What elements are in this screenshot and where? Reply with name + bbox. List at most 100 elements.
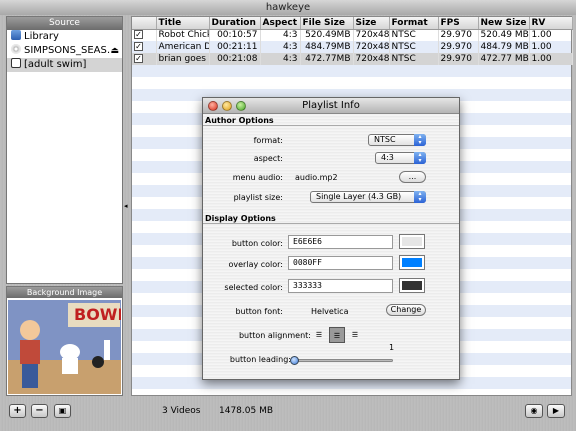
info-button[interactable]: ▣ (54, 404, 71, 418)
row-checkbox[interactable]: ✓ (134, 54, 143, 63)
menu-audio-label: menu audio: (232, 173, 283, 182)
zoom-icon[interactable] (236, 101, 246, 111)
column-header-rv[interactable]: RV (529, 17, 573, 30)
slider-knob[interactable] (290, 356, 299, 365)
column-header-format[interactable]: Format (389, 17, 439, 30)
sidebar-item-library[interactable]: Library (7, 30, 122, 44)
close-icon[interactable] (208, 101, 218, 111)
cell-fps: 29.970 (438, 41, 479, 53)
cell-duration: 00:21:08 (209, 53, 261, 65)
cell-fps: 29.970 (438, 53, 479, 65)
cell-size: 720x480 (353, 53, 390, 65)
column-header-aspect[interactable]: Aspect (260, 17, 301, 30)
cell-duration: 00:21:11 (209, 41, 261, 53)
background-image-caption: BOWL (74, 305, 121, 324)
table-row[interactable]: ✓ Robot Chick… 00:10:57 4:3 520.49MB 720… (132, 29, 573, 41)
minimize-icon[interactable] (222, 101, 232, 111)
column-header-size[interactable]: Size (353, 17, 390, 30)
sidebar-item-label: Library (24, 31, 59, 42)
selected-color-field[interactable]: 333333 (288, 279, 393, 293)
playlist-size-value: Single Layer (4.3 GB) (316, 192, 402, 201)
format-value: NTSC (374, 135, 396, 144)
library-icon (11, 30, 21, 40)
table-header: Title Duration Aspect File Size Size For… (132, 17, 573, 30)
cell-aspect: 4:3 (260, 29, 301, 41)
cell-format: NTSC (389, 29, 439, 41)
leading-slider[interactable] (290, 356, 393, 365)
cell-size: 720x480 (353, 29, 390, 41)
align-left-icon[interactable]: ☰ (311, 327, 327, 343)
menu-audio-value: audio.mp2 (295, 173, 338, 182)
cell-file-size: 472.77MB (300, 53, 354, 65)
author-options-header: Author Options (203, 115, 459, 126)
background-image[interactable]: BOWL (8, 300, 121, 394)
overlay-color-swatch[interactable] (399, 255, 425, 270)
popup-arrows-icon: ▴ ▾ (414, 152, 426, 164)
row-checkbox[interactable]: ✓ (134, 30, 143, 40)
table-row[interactable]: ✓ American D… 00:21:11 4:3 484.79MB 720x… (132, 41, 573, 53)
display-options-header: Display Options (203, 213, 459, 224)
source-header: Source (7, 17, 122, 30)
cell-file-size: 484.79MB (300, 41, 354, 53)
play-icon: ▶ (552, 406, 560, 415)
sidebar-item-playlist[interactable]: [adult swim] (7, 58, 122, 72)
remove-button[interactable]: − (31, 404, 48, 418)
dialog-titlebar: Playlist Info (203, 98, 459, 114)
collapse-arrow-icon[interactable]: ◂ (124, 202, 128, 210)
cell-rv: 1.00 (529, 41, 573, 53)
popup-arrows-icon: ▴ ▾ (414, 134, 426, 146)
eject-icon[interactable]: ⏏ (110, 44, 119, 58)
button-font-value: Helvetica (311, 307, 349, 316)
panel-splitter[interactable]: ◂ (124, 16, 130, 396)
column-header-title[interactable]: Title (156, 17, 210, 30)
cell-title: brian goes t… (156, 53, 210, 65)
format-label: format: (253, 136, 283, 145)
play-button[interactable]: ▶ (547, 404, 565, 418)
aspect-value: 4:3 (381, 153, 394, 162)
cell-rv: 1.00 (529, 29, 573, 41)
sidebar-item-label: [adult swim] (24, 59, 87, 70)
window-title: hawkeye (0, 0, 576, 15)
playlist-icon (11, 58, 21, 68)
column-header-fps[interactable]: FPS (438, 17, 479, 30)
playlist-size-label: playlist size: (233, 193, 283, 202)
disc-icon (11, 44, 21, 54)
add-button[interactable]: + (9, 404, 26, 418)
popup-arrows-icon: ▴ ▾ (414, 191, 426, 203)
cell-file-size: 520.49MB (300, 29, 354, 41)
aspect-select[interactable]: 4:3 ▴ ▾ (375, 152, 426, 164)
row-checkbox[interactable]: ✓ (134, 42, 143, 51)
burn-button[interactable]: ◉ (525, 404, 543, 418)
cell-new-size: 472.77 MB (478, 53, 530, 65)
sidebar-item-disc[interactable]: SIMPSONS_SEAS… ⏏ (7, 44, 122, 58)
playlist-info-dialog: Playlist Info Author Options format: NTS… (202, 97, 460, 380)
align-center-icon[interactable]: ☰ (329, 327, 345, 343)
column-header-new-size[interactable]: New Size (478, 17, 530, 30)
selected-color-label: selected color: (224, 283, 283, 292)
align-right-icon[interactable]: ☰ (347, 327, 363, 343)
selected-color-swatch[interactable] (399, 278, 425, 293)
column-header-check[interactable] (132, 17, 157, 30)
cell-format: NTSC (389, 41, 439, 53)
browse-audio-button[interactable]: ... (399, 171, 426, 183)
sidebar-item-label: SIMPSONS_SEAS… (24, 45, 117, 56)
source-sidebar: Source Library SIMPSONS_SEAS… ⏏ [adult s… (6, 16, 123, 284)
change-font-button[interactable]: Change (386, 304, 426, 316)
button-color-field[interactable]: E6E6E6 (288, 235, 393, 249)
button-font-label: button font: (235, 307, 283, 316)
format-select[interactable]: NTSC ▴ ▾ (368, 134, 426, 146)
burn-icon: ◉ (530, 406, 538, 415)
table-row[interactable]: ✓ brian goes t… 00:21:08 4:3 472.77MB 72… (132, 53, 573, 65)
playlist-size-select[interactable]: Single Layer (4.3 GB) ▴ ▾ (310, 191, 426, 203)
button-leading-label: button leading: (229, 355, 291, 364)
cell-duration: 00:10:57 (209, 29, 261, 41)
column-header-duration[interactable]: Duration (209, 17, 261, 30)
overlay-color-field[interactable]: 0080FF (288, 256, 393, 270)
column-header-file-size[interactable]: File Size (300, 17, 354, 30)
cell-aspect: 4:3 (260, 41, 301, 53)
total-size: 1478.05 MB (219, 406, 274, 416)
dialog-title: Playlist Info (302, 100, 360, 111)
cell-size: 720x480 (353, 41, 390, 53)
button-color-swatch[interactable] (399, 234, 425, 249)
button-alignment-label: button alignment: (238, 331, 311, 340)
